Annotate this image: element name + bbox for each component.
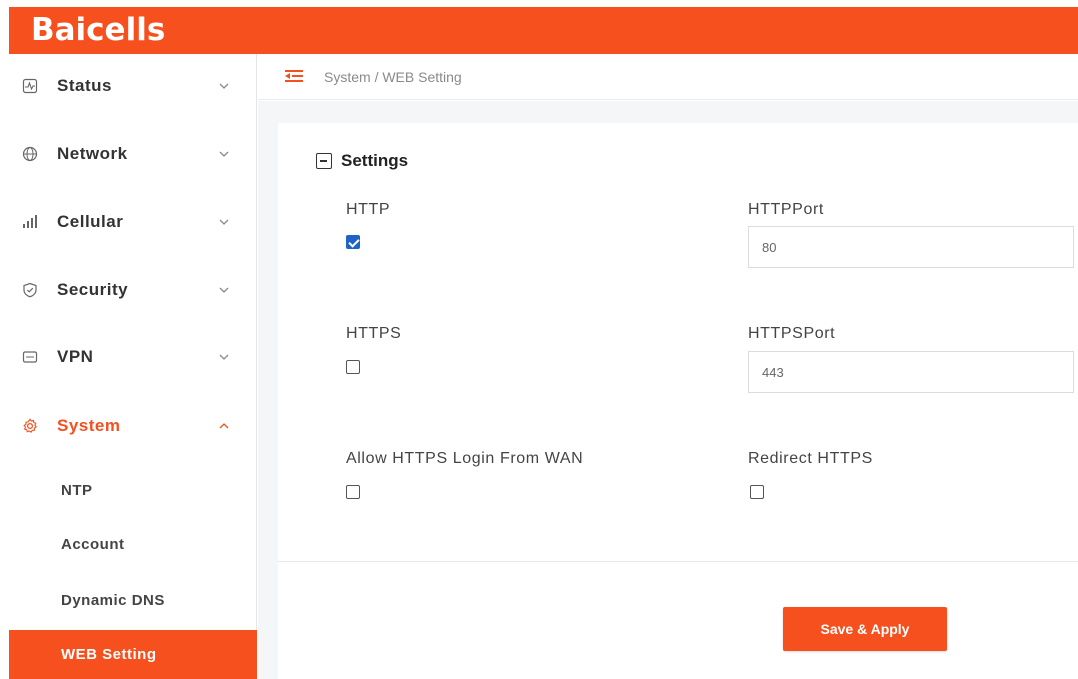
sidebar-subitem-web-setting[interactable]: WEB Setting <box>9 630 257 679</box>
shield-icon <box>21 281 39 299</box>
sidebar-subitem-label: Dynamic DNS <box>61 591 165 609</box>
sidebar-subitem-label: NTP <box>61 481 93 499</box>
https-label: HTTPS <box>346 325 402 342</box>
main-content: Settings HTTP HTTPPort HTTPS HTTPSPort A… <box>258 101 1078 679</box>
chevron-down-icon <box>217 215 231 229</box>
http-label: HTTP <box>346 201 391 218</box>
settings-card: Settings HTTP HTTPPort HTTPS HTTPSPort A… <box>278 123 1078 679</box>
sidebar-subitem-account[interactable]: Account <box>9 522 257 566</box>
sidebar-item-label: Network <box>57 144 128 163</box>
sidebar-item-system[interactable]: System <box>9 406 257 446</box>
allow-wan-checkbox[interactable] <box>346 485 360 499</box>
sidebar-item-label: VPN <box>57 347 94 366</box>
https-checkbox[interactable] <box>346 360 360 374</box>
breadcrumb-bar: System / WEB Setting <box>258 54 1078 100</box>
sidebar-item-status[interactable]: Status <box>9 66 257 106</box>
section-title: Settings <box>341 151 409 170</box>
breadcrumb: System / WEB Setting <box>324 69 462 85</box>
http-port-input[interactable] <box>748 226 1074 268</box>
sidebar-item-network[interactable]: Network <box>9 134 257 174</box>
save-apply-button[interactable]: Save & Apply <box>783 607 947 651</box>
chevron-up-icon <box>217 419 231 433</box>
menu-collapse-icon[interactable] <box>285 68 303 84</box>
https-port-input[interactable] <box>748 351 1074 393</box>
collapse-minus-icon[interactable] <box>316 153 332 169</box>
top-header-bar: Baicells <box>9 7 1078 54</box>
http-checkbox[interactable] <box>346 235 360 249</box>
https-port-label: HTTPSPort <box>748 325 836 342</box>
chevron-down-icon <box>217 350 231 364</box>
sidebar-item-security[interactable]: Security <box>9 270 257 310</box>
chevron-down-icon <box>217 147 231 161</box>
sidebar-subitem-dynamic-dns[interactable]: Dynamic DNS <box>9 578 257 622</box>
cellular-icon <box>21 213 39 231</box>
sidebar-item-vpn[interactable]: VPN <box>9 337 257 377</box>
chevron-down-icon <box>217 79 231 93</box>
sidebar-item-label: Security <box>57 280 129 299</box>
gear-icon <box>21 417 39 435</box>
allow-wan-label: Allow HTTPS Login From WAN <box>346 450 584 467</box>
sidebar-nav: Status Network Cellular Security VPN Sys… <box>9 54 257 679</box>
vpn-icon <box>21 348 39 366</box>
sidebar-item-label: Status <box>57 76 112 95</box>
chevron-down-icon <box>217 283 231 297</box>
sidebar-item-cellular[interactable]: Cellular <box>9 202 257 242</box>
sidebar-item-label: System <box>57 416 121 435</box>
baicells-logo: Baicells <box>31 12 166 48</box>
http-port-label: HTTPPort <box>748 201 824 218</box>
sidebar-subitem-label: WEB Setting <box>61 646 157 663</box>
section-divider <box>278 561 1078 562</box>
redirect-https-checkbox[interactable] <box>750 485 764 499</box>
sidebar-item-label: Cellular <box>57 212 124 231</box>
sidebar-subitem-ntp[interactable]: NTP <box>9 468 257 512</box>
network-icon <box>21 145 39 163</box>
redirect-https-label: Redirect HTTPS <box>748 450 873 467</box>
settings-section-header: Settings <box>316 151 408 171</box>
status-icon <box>21 77 39 95</box>
sidebar-subitem-label: Account <box>61 535 125 553</box>
